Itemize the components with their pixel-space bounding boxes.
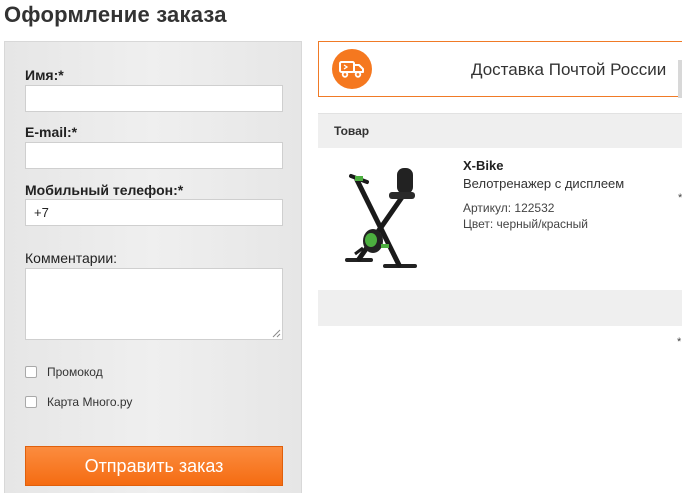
delivery-method-box[interactable]: Доставка Почтой России [318,41,682,97]
name-input[interactable] [25,85,283,112]
phone-input[interactable] [25,199,283,226]
delivery-icon-circle [332,49,372,89]
product-description: Велотренажер с дисплеем [463,176,625,191]
delivery-method-label: Доставка Почтой России [471,60,667,79]
email-input[interactable] [25,142,283,169]
cut-off-mark: * [678,192,682,204]
delivery-scroll-edge [678,60,682,98]
comment-textarea[interactable] [25,268,283,340]
page-title: Оформление заказа [4,2,227,27]
product-name[interactable]: X-Bike [463,158,503,173]
cart-table-footer [318,290,682,326]
order-form-panel: Имя:* E-mail:* Мобильный телефон:* Комме… [4,41,302,493]
cart-table-header: Товар [318,113,682,148]
promo-checkbox-label[interactable]: Промокод [47,365,103,379]
resize-grip-icon[interactable] [272,329,281,338]
name-label: Имя:* [25,67,64,83]
phone-label: Мобильный телефон:* [25,182,184,198]
product-article: Артикул: 122532 [463,201,555,215]
submit-order-button[interactable]: Отправить заказ [25,446,283,486]
card-checkbox-label[interactable]: Карта Много.ру [47,395,132,409]
promo-checkbox[interactable] [25,366,37,378]
exercise-bike-image[interactable] [327,160,433,276]
promo-checkbox-row[interactable]: Промокод [25,365,103,379]
product-color: Цвет: черный/красный [463,217,588,231]
card-checkbox[interactable] [25,396,37,408]
truck-icon [339,61,364,78]
email-label: E-mail:* [25,124,78,140]
cut-off-mark: * [677,336,682,348]
product-column-header: Товар [334,124,370,138]
comment-label: Комментарии: [25,250,118,266]
card-checkbox-row[interactable]: Карта Много.ру [25,395,132,409]
